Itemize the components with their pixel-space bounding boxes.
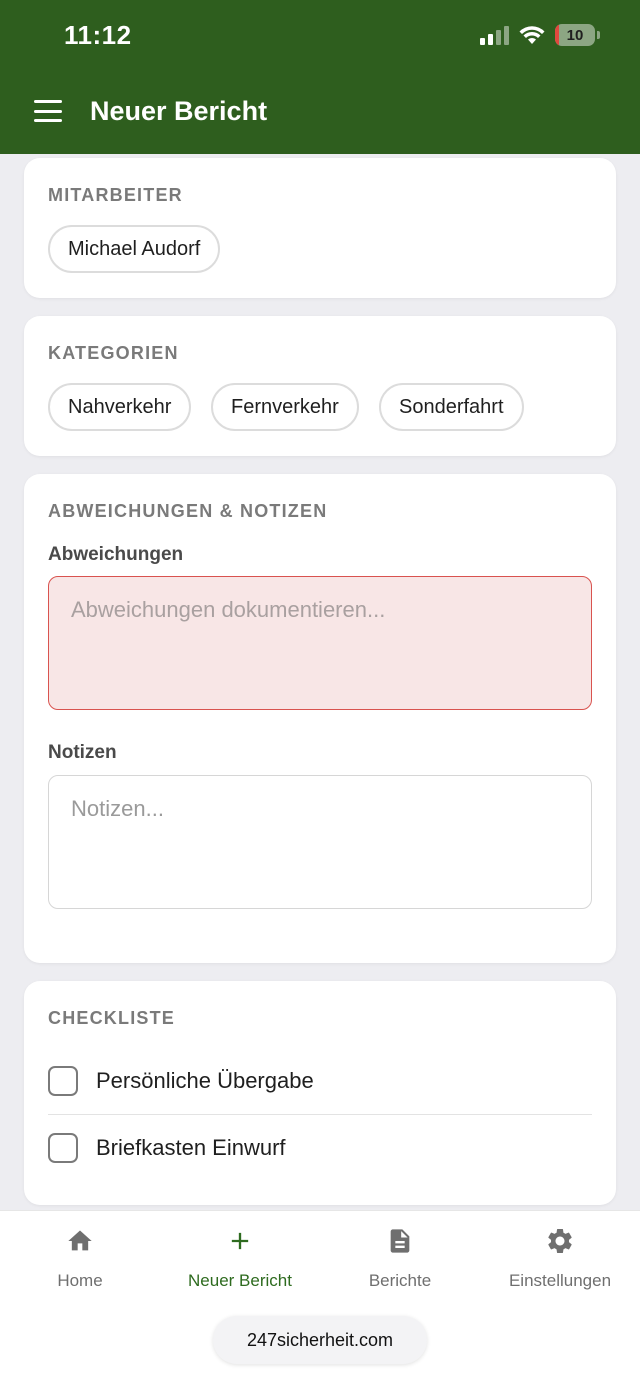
battery-icon: 10	[555, 24, 595, 46]
tab-berichte[interactable]: Berichte	[320, 1211, 480, 1298]
plus-icon	[231, 1232, 249, 1250]
wifi-icon	[519, 26, 545, 44]
browser-url-pill[interactable]: 247sicherheit.com	[213, 1316, 427, 1364]
battery-level: 10	[566, 26, 584, 44]
cellular-signal-icon	[480, 25, 509, 45]
kategorien-card: KATEGORIEN Nahverkehr Fernverkehr Sonder…	[24, 316, 616, 456]
mitarbeiter-card: MITARBEITER Michael Audorf	[24, 158, 616, 298]
status-time: 11:12	[64, 20, 132, 50]
page-title: Neuer Bericht	[90, 96, 268, 126]
tab-label: Einstellungen	[508, 1271, 612, 1290]
tab-neuer-bericht[interactable]: Neuer Bericht	[160, 1211, 320, 1298]
checkliste-card: CHECKLISTE Persönliche Übergabe Briefkas…	[24, 981, 616, 1205]
section-title-abweichungen-notizen: ABWEICHUNGEN & NOTIZEN	[48, 501, 328, 521]
tab-label: Berichte	[368, 1271, 432, 1290]
checklist-item-briefkasten-einwurf[interactable]: Briefkasten Einwurf	[48, 1115, 592, 1181]
section-title-kategorien: KATEGORIEN	[48, 343, 179, 363]
browser-bottom-bar: 247sicherheit.com	[0, 1298, 640, 1385]
checklist-item-label: Persönliche Übergabe	[96, 1068, 314, 1093]
abweichungen-label: Abweichungen	[48, 544, 184, 565]
hamburger-menu-icon[interactable]	[34, 100, 62, 122]
checkbox[interactable]	[48, 1133, 78, 1163]
employee-chip[interactable]: Michael Audorf	[48, 225, 221, 273]
tab-label: Neuer Bericht	[188, 1271, 292, 1290]
checkbox[interactable]	[48, 1066, 78, 1096]
battery-nub	[597, 31, 600, 39]
section-title-checkliste: CHECKLISTE	[48, 1008, 176, 1028]
checklist-item-persoenliche-uebergabe[interactable]: Persönliche Übergabe	[48, 1048, 592, 1114]
status-icons: 10	[480, 24, 600, 46]
app-header: 11:12 10 Neuer Bericht	[0, 0, 640, 154]
section-title-mitarbeiter: MITARBEITER	[48, 185, 183, 205]
checklist-item-label: Briefkasten Einwurf	[96, 1135, 286, 1160]
tab-home[interactable]: Home	[0, 1211, 160, 1298]
category-chip-nahverkehr[interactable]: Nahverkehr	[48, 383, 192, 431]
abweichungen-input[interactable]	[48, 576, 592, 710]
tab-label: Home	[57, 1271, 103, 1290]
category-chip-fernverkehr[interactable]: Fernverkehr	[211, 383, 359, 431]
document-icon	[390, 1229, 410, 1253]
tab-bar: Home Neuer Bericht Berichte Einstellunge…	[0, 1210, 640, 1298]
notizen-input[interactable]	[48, 775, 592, 909]
category-chip-sonderfahrt[interactable]: Sonderfahrt	[379, 383, 524, 431]
home-icon	[68, 1230, 92, 1251]
notizen-label: Notizen	[48, 742, 117, 763]
tab-einstellungen[interactable]: Einstellungen	[480, 1211, 640, 1298]
abweichungen-notizen-card: ABWEICHUNGEN & NOTIZEN Abweichungen Noti…	[24, 474, 616, 963]
gear-icon	[548, 1229, 572, 1253]
